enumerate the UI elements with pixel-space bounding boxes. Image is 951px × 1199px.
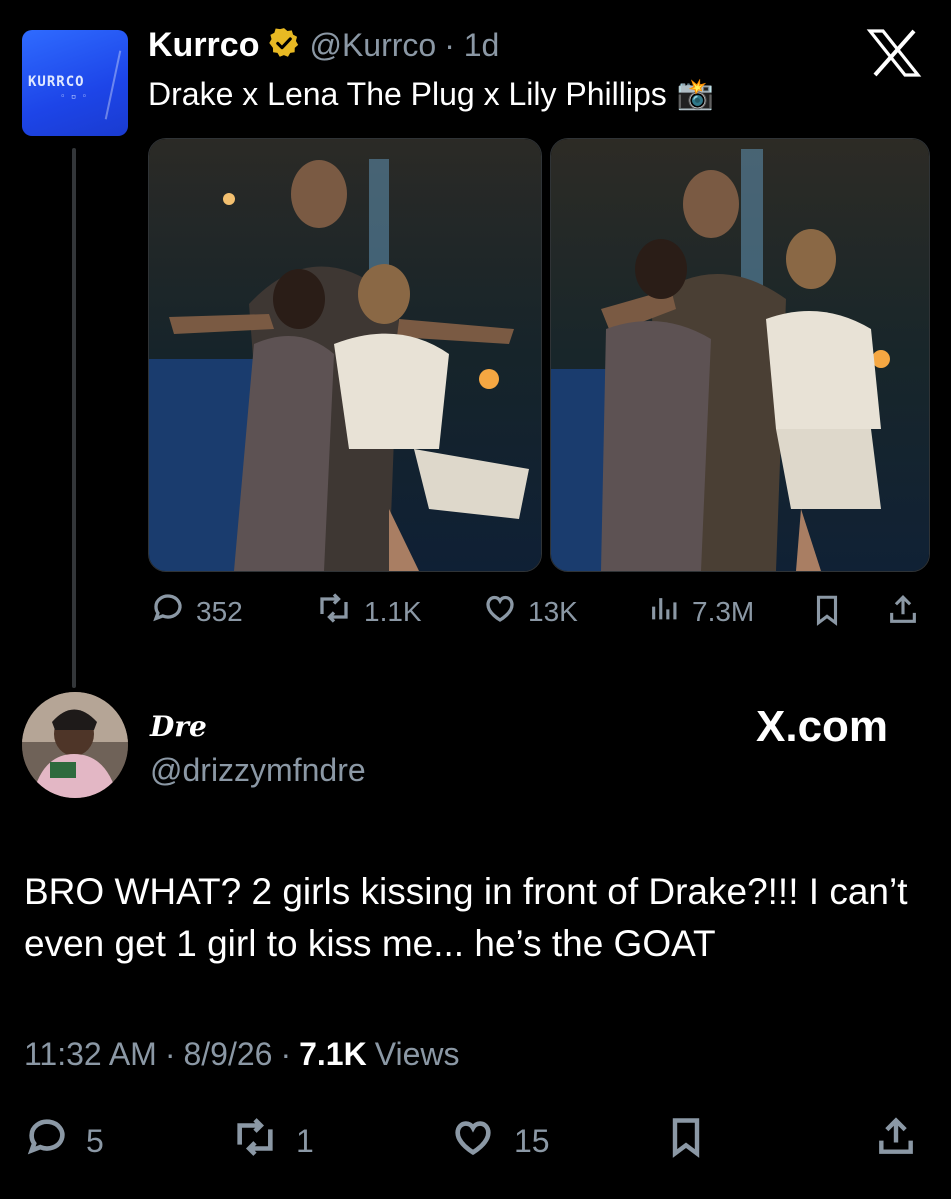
author-handle[interactable]: @Kurrco xyxy=(309,27,436,64)
quoted-views-stat[interactable]: 7.3M xyxy=(648,590,754,633)
repost-icon xyxy=(230,1114,280,1168)
quoted-tweet-header: Kurrco @Kurrco · 1d xyxy=(148,26,499,65)
quoted-like-count: 13K xyxy=(528,595,578,627)
quoted-reply-stat[interactable]: 352 xyxy=(150,590,243,633)
thread-line xyxy=(72,148,76,688)
verified-badge-icon xyxy=(267,26,301,65)
quoted-tweet-text: Drake x Lena The Plug x Lily Phillips xyxy=(148,76,667,112)
dre-author-handle[interactable]: @drizzymfndre xyxy=(150,752,366,789)
quoted-reply-count: 352 xyxy=(196,595,243,627)
tweet-time: 11:32 AM xyxy=(24,1036,157,1072)
avatar-logo-sub: ◦ ▫ ◦ xyxy=(60,92,88,102)
views-icon xyxy=(648,590,682,633)
tweet-age: · 1d xyxy=(444,27,500,63)
share-icon xyxy=(874,1117,918,1164)
reply-icon xyxy=(24,1114,70,1168)
kurrco-avatar[interactable]: KURRCO ◦ ▫ ◦ xyxy=(22,30,128,136)
like-icon xyxy=(482,590,518,633)
camera-flash-emoji: 📸 xyxy=(676,78,715,111)
xcom-watermark: X.com xyxy=(756,702,889,751)
bookmark-icon[interactable] xyxy=(810,592,844,633)
share-icon[interactable] xyxy=(886,592,920,633)
dre-author-name[interactable]: Dre xyxy=(150,710,207,743)
meta-separator-1: · xyxy=(164,1036,176,1072)
quoted-repost-count: 1.1K xyxy=(364,595,422,627)
tweet-views-label: Views xyxy=(374,1036,460,1072)
x-logo-icon[interactable] xyxy=(866,28,922,83)
repost-count: 1 xyxy=(296,1122,314,1159)
tweet-photo-2[interactable] xyxy=(550,138,930,572)
photo-2-scene xyxy=(551,139,929,571)
tweet-views-count: 7.1K xyxy=(299,1036,367,1072)
quoted-views-count: 7.3M xyxy=(692,595,755,627)
quoted-like-stat[interactable]: 13K xyxy=(482,590,578,633)
reply-count: 5 xyxy=(86,1122,104,1159)
quoted-repost-stat[interactable]: 1.1K xyxy=(314,590,422,633)
quoted-tweet-text-row: Drake x Lena The Plug x Lily Phillips 📸 xyxy=(148,76,714,113)
repost-button[interactable]: 1 xyxy=(230,1114,314,1168)
tweet-photo-1[interactable] xyxy=(148,138,542,572)
dre-avatar-image xyxy=(22,692,128,798)
meta-separator-2: · xyxy=(280,1036,292,1072)
reply-icon xyxy=(150,590,186,633)
tweet-body: BRO WHAT? 2 girls kissing in front of Dr… xyxy=(24,871,908,964)
like-button[interactable]: 15 xyxy=(448,1114,550,1168)
avatar-logo-text: KURRCO xyxy=(28,74,85,90)
reply-button[interactable]: 5 xyxy=(24,1114,104,1168)
author-name[interactable]: Kurrco xyxy=(148,26,259,65)
tweet-date: 8/9/26 xyxy=(183,1036,273,1072)
bookmark-button[interactable] xyxy=(664,1114,708,1165)
dre-avatar[interactable] xyxy=(22,692,128,798)
avatar-streak xyxy=(104,50,122,120)
like-count: 15 xyxy=(514,1122,550,1159)
photo-1-scene xyxy=(149,139,541,571)
like-icon xyxy=(448,1114,498,1168)
tweet-meta: 11:32 AM · 8/9/26 · 7.1K Views xyxy=(24,1036,459,1073)
repost-icon xyxy=(314,590,354,633)
bookmark-icon xyxy=(664,1118,708,1164)
share-button[interactable] xyxy=(874,1114,918,1165)
